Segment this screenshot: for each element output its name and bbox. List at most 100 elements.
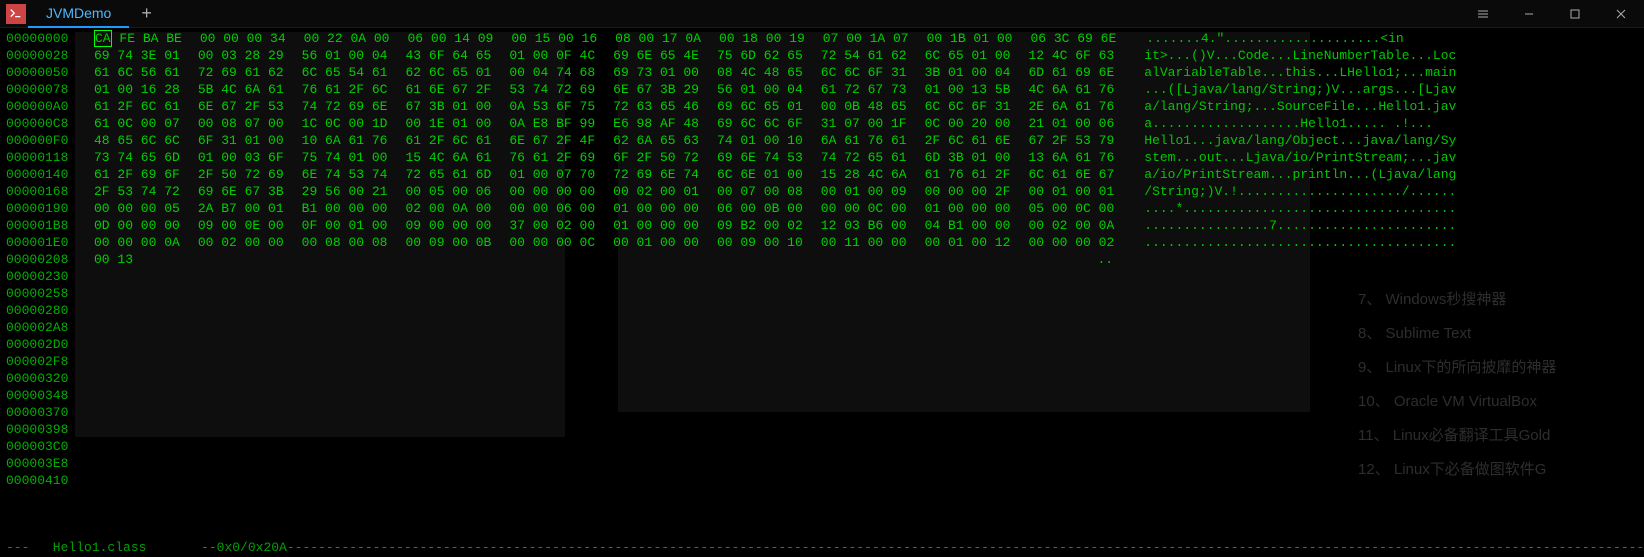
hex-bytes <box>94 336 1132 353</box>
hex-row: 0000007801 00 16 285B 4C 6A 6176 61 2F 6… <box>6 81 1638 98</box>
hex-row: 000001682F 53 74 7269 6E 67 3B29 56 00 2… <box>6 183 1638 200</box>
offset: 00000190 <box>6 200 94 217</box>
ascii-column: ...([Ljava/lang/String;)V...args...[Ljav <box>1144 81 1456 98</box>
offset: 00000140 <box>6 166 94 183</box>
hex-bytes: 00 13 <box>94 251 1085 268</box>
menu-button[interactable] <box>1460 0 1506 28</box>
hex-bytes: 00 00 00 0A00 02 00 0000 08 00 0800 09 0… <box>94 234 1132 251</box>
hex-bytes: 61 2F 69 6F2F 50 72 696E 74 53 7472 65 6… <box>94 166 1132 183</box>
offset: 00000050 <box>6 64 94 81</box>
offset: 000002D0 <box>6 336 94 353</box>
offset: 000002A8 <box>6 319 94 336</box>
offset: 00000280 <box>6 302 94 319</box>
hex-row: 000000A061 2F 6C 616E 67 2F 5374 72 69 6… <box>6 98 1638 115</box>
hex-bytes <box>94 370 1132 387</box>
offset: 000002F8 <box>6 353 94 370</box>
hex-row: 00000258 <box>6 285 1638 302</box>
ascii-column: alVariableTable...this...LHello1;...main <box>1144 64 1456 81</box>
hex-bytes: 48 65 6C 6C6F 31 01 0010 6A 61 7661 2F 6… <box>94 132 1132 149</box>
offset: 00000230 <box>6 268 94 285</box>
offset: 000000C8 <box>6 115 94 132</box>
hex-viewer[interactable]: 00000000CA FE BA BE00 00 00 3400 22 0A 0… <box>0 28 1644 491</box>
offset: 00000370 <box>6 404 94 421</box>
hex-bytes: 69 74 3E 0100 03 28 2956 01 00 0443 6F 6… <box>94 47 1132 64</box>
offset: 00000348 <box>6 387 94 404</box>
hex-row: 000000C861 0C 00 0700 08 07 001C 0C 00 1… <box>6 115 1638 132</box>
hex-bytes <box>94 438 1132 455</box>
close-button[interactable] <box>1598 0 1644 28</box>
hex-row: 0000014061 2F 69 6F2F 50 72 696E 74 53 7… <box>6 166 1638 183</box>
offset: 000003C0 <box>6 438 94 455</box>
tab-jvmdemo[interactable]: JVMDemo <box>28 0 129 28</box>
offset: 000001E0 <box>6 234 94 251</box>
maximize-button[interactable] <box>1552 0 1598 28</box>
ascii-column: Hello1...java/lang/Object...java/lang/Sy <box>1144 132 1456 149</box>
offset: 00000168 <box>6 183 94 200</box>
hex-bytes <box>94 387 1132 404</box>
ascii-column: stem...out...Ljava/io/PrintStream;...jav <box>1144 149 1456 166</box>
hex-row: 0000019000 00 00 052A B7 00 01B1 00 00 0… <box>6 200 1638 217</box>
offset: 000003E8 <box>6 455 94 472</box>
hex-bytes: 61 6C 56 6172 69 61 626C 65 54 6162 6C 6… <box>94 64 1132 81</box>
hex-bytes <box>94 353 1132 370</box>
add-tab-button[interactable]: + <box>129 0 164 28</box>
hex-row: 00000348 <box>6 387 1638 404</box>
hex-bytes: 01 00 16 285B 4C 6A 6176 61 2F 6C61 6E 6… <box>94 81 1132 98</box>
hex-bytes: 61 0C 00 0700 08 07 001C 0C 00 1D00 1E 0… <box>94 115 1132 132</box>
minimize-button[interactable] <box>1506 0 1552 28</box>
hex-bytes: 0D 00 00 0009 00 0E 000F 00 01 0009 00 0… <box>94 217 1132 234</box>
hex-bytes <box>94 472 1132 489</box>
hex-row: 000000F048 65 6C 6C6F 31 01 0010 6A 61 7… <box>6 132 1638 149</box>
hex-row: 000003C0 <box>6 438 1638 455</box>
hex-row: 000003E8 <box>6 455 1638 472</box>
hex-bytes <box>94 302 1132 319</box>
offset: 00000410 <box>6 472 94 489</box>
ascii-column: ....*................................... <box>1144 200 1456 217</box>
hex-bytes: CA FE BA BE00 00 00 3400 22 0A 0006 00 1… <box>94 30 1134 47</box>
ascii-column: it>...()V...Code...LineNumberTable...Loc <box>1144 47 1456 64</box>
offset: 00000320 <box>6 370 94 387</box>
offset: 00000000 <box>6 30 94 47</box>
hex-bytes <box>94 285 1132 302</box>
hex-row: 0000020800 13 .. <box>6 251 1638 268</box>
hex-row: 00000370 <box>6 404 1638 421</box>
hex-bytes: 61 2F 6C 616E 67 2F 5374 72 69 6E67 3B 0… <box>94 98 1132 115</box>
hex-row: 00000000CA FE BA BE00 00 00 3400 22 0A 0… <box>6 30 1638 47</box>
hex-row: 00000280 <box>6 302 1638 319</box>
hex-row: 000002F8 <box>6 353 1638 370</box>
window-controls <box>1460 0 1644 28</box>
terminal-icon <box>6 4 26 24</box>
hex-row: 000002D0 <box>6 336 1638 353</box>
offset: 00000028 <box>6 47 94 64</box>
offset: 00000398 <box>6 421 94 438</box>
hex-row: 0000005061 6C 56 6172 69 61 626C 65 54 6… <box>6 64 1638 81</box>
ascii-column: a/lang/String;...SourceFile...Hello1.jav <box>1144 98 1456 115</box>
status-bar: --- Hello1.class --0x0/0x20A------------… <box>0 538 1644 557</box>
hex-bytes <box>94 421 1132 438</box>
ascii-column: .......4."....................<in <box>1146 30 1403 47</box>
hex-row: 0000011873 74 65 6D01 00 03 6F75 74 01 0… <box>6 149 1638 166</box>
ascii-column: a/io/PrintStream...println...(Ljava/lang <box>1144 166 1456 183</box>
offset: 00000118 <box>6 149 94 166</box>
offset: 000001B8 <box>6 217 94 234</box>
ascii-column: ................7....................... <box>1144 217 1456 234</box>
ascii-column: a...................Hello1..... .!... <box>1144 115 1433 132</box>
hex-row: 000002A8 <box>6 319 1638 336</box>
hex-bytes <box>94 319 1132 336</box>
offset: 000000A0 <box>6 98 94 115</box>
hex-row: 00000230 <box>6 268 1638 285</box>
hex-row: 00000320 <box>6 370 1638 387</box>
hex-row: 00000410 <box>6 472 1638 489</box>
hex-bytes: 73 74 65 6D01 00 03 6F75 74 01 0015 4C 6… <box>94 149 1132 166</box>
hex-row: 000001B80D 00 00 0009 00 0E 000F 00 01 0… <box>6 217 1638 234</box>
hex-bytes: 00 00 00 052A B7 00 01B1 00 00 0002 00 0… <box>94 200 1132 217</box>
hex-row: 00000398 <box>6 421 1638 438</box>
titlebar: JVMDemo + <box>0 0 1644 28</box>
hex-bytes <box>94 455 1132 472</box>
offset: 00000208 <box>6 251 94 268</box>
hex-bytes <box>94 268 1132 285</box>
hex-row: 0000002869 74 3E 0100 03 28 2956 01 00 0… <box>6 47 1638 64</box>
offset: 00000258 <box>6 285 94 302</box>
hex-row: 000001E000 00 00 0A00 02 00 0000 08 00 0… <box>6 234 1638 251</box>
ascii-column: ........................................ <box>1144 234 1456 251</box>
